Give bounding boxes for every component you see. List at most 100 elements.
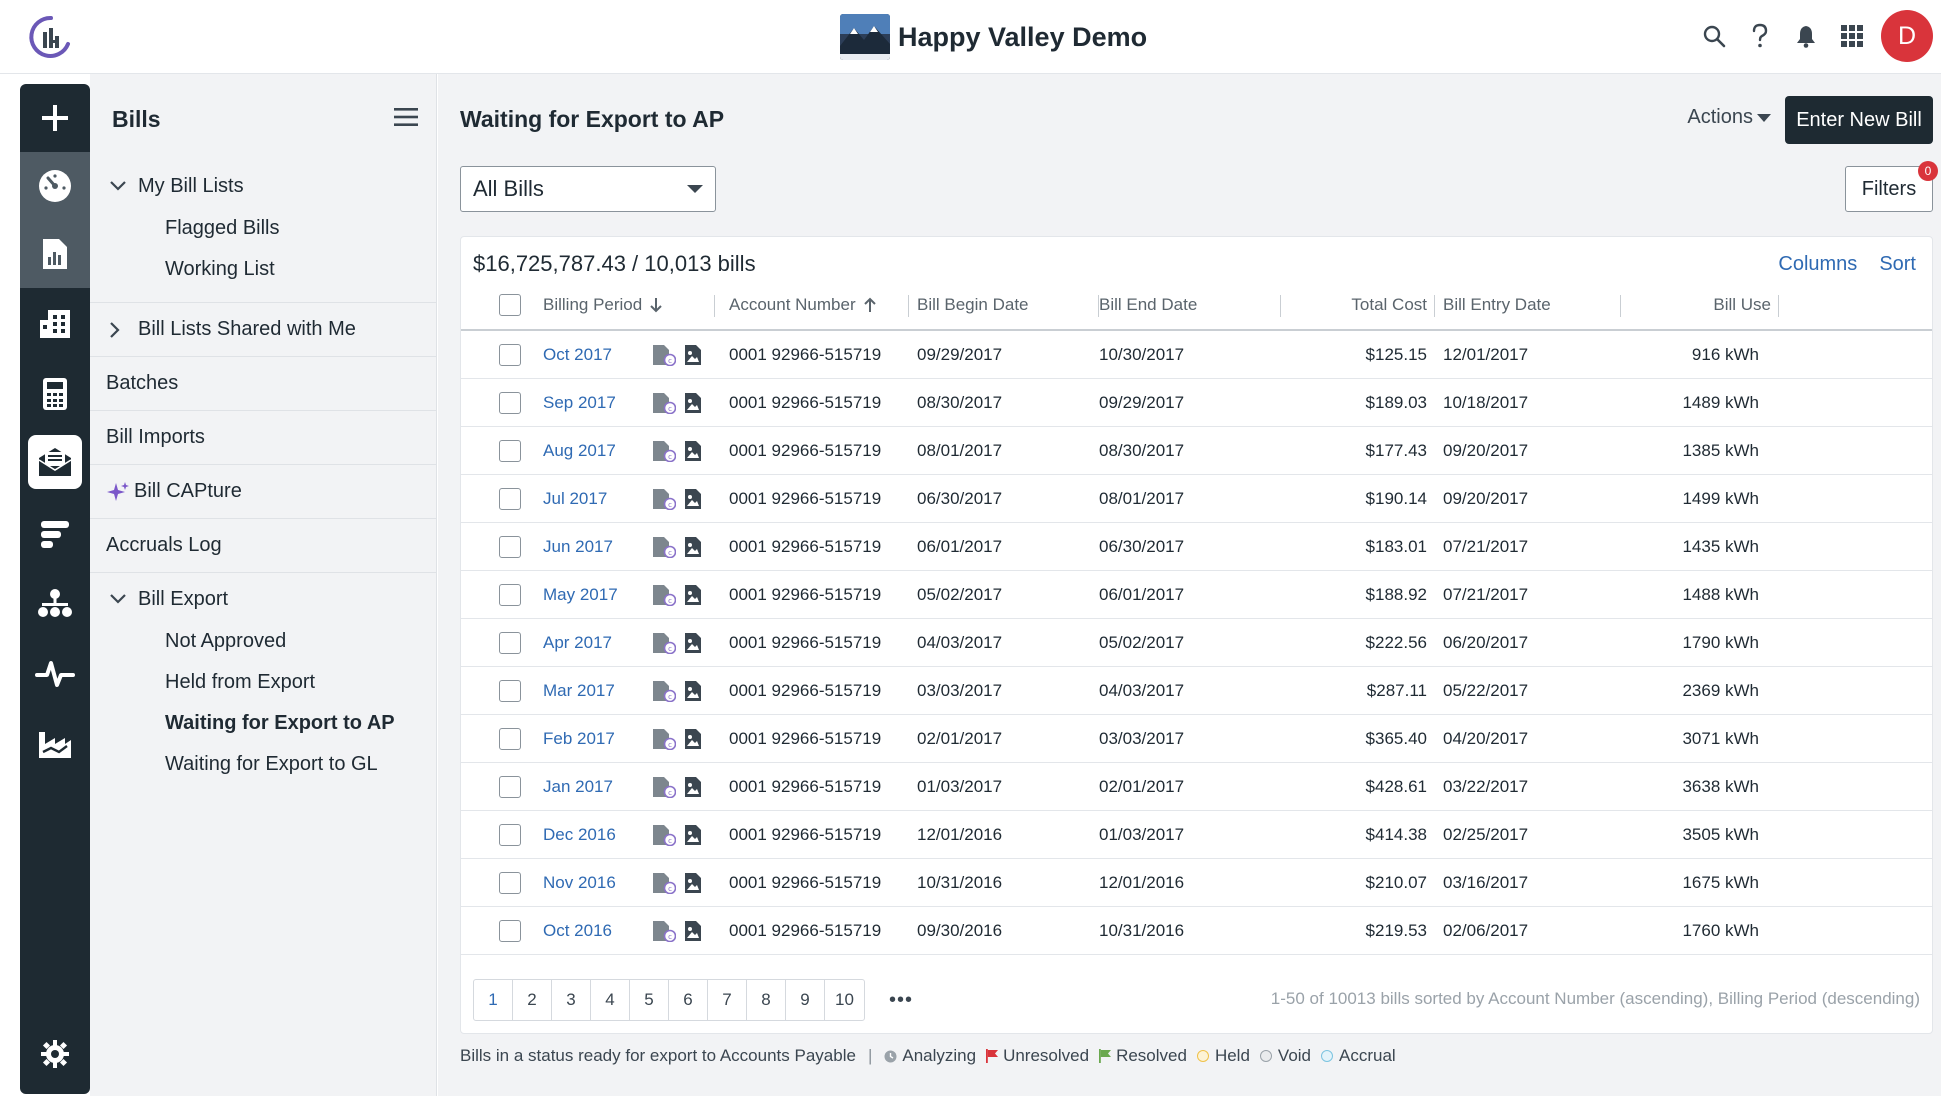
bill-image-icon[interactable] (684, 488, 702, 510)
app-logo-icon[interactable] (28, 14, 74, 60)
sort-link[interactable]: Sort (1879, 253, 1916, 276)
bill-image-icon[interactable] (684, 728, 702, 750)
nav-bill-imports[interactable]: Bill Imports (90, 411, 436, 464)
page-button-6[interactable]: 6 (669, 980, 708, 1020)
page-button-7[interactable]: 7 (708, 980, 747, 1020)
row-checkbox[interactable] (499, 571, 521, 618)
bill-image-icon[interactable] (684, 632, 702, 654)
row-checkbox[interactable] (499, 859, 521, 906)
table-row[interactable]: Mar 2017 c 0001 92966-515719 03/03/2017 04/0… (461, 667, 1932, 715)
table-row[interactable]: Oct 2016 c 0001 92966-515719 09/30/2016 10/3… (461, 907, 1932, 955)
rail-calculator[interactable] (20, 360, 90, 428)
nav-accruals-log[interactable]: Accruals Log (90, 519, 436, 572)
bill-image-icon[interactable] (684, 440, 702, 462)
row-checkbox[interactable] (499, 763, 521, 810)
row-checkbox[interactable] (499, 715, 521, 762)
table-row[interactable]: Feb 2017 c 0001 92966-515719 02/01/2017 03/0… (461, 715, 1932, 763)
row-checkbox[interactable] (499, 619, 521, 666)
bill-capture-doc-icon[interactable]: c (652, 632, 676, 654)
row-checkbox[interactable] (499, 475, 521, 522)
page-button-10[interactable]: 10 (825, 980, 864, 1020)
table-row[interactable]: Sep 2017 c 0001 92966-515719 08/30/2017 09/2… (461, 379, 1932, 427)
more-pages-button[interactable]: ••• (889, 989, 913, 1012)
table-row[interactable]: May 2017 c 0001 92966-515719 05/02/2017 06/0… (461, 571, 1932, 619)
header-bill-begin-date[interactable]: Bill Begin Date (917, 281, 1099, 329)
nav-shared-lists[interactable]: Bill Lists Shared with Me (90, 303, 436, 356)
bill-capture-doc-icon[interactable]: c (652, 392, 676, 414)
bill-capture-doc-icon[interactable]: c (652, 824, 676, 846)
nav-bill-export[interactable]: Bill Export (90, 577, 436, 621)
table-row[interactable]: Jul 2017 c 0001 92966-515719 06/30/2017 08/0… (461, 475, 1932, 523)
actions-menu[interactable]: Actions (1687, 106, 1771, 129)
bill-capture-doc-icon[interactable]: c (652, 536, 676, 558)
page-button-1[interactable]: 1 (474, 980, 513, 1020)
rail-activity[interactable] (20, 640, 90, 708)
header-bill-end-date[interactable]: Bill End Date (1099, 281, 1281, 329)
bill-capture-doc-icon[interactable]: c (652, 872, 676, 894)
table-row[interactable]: Dec 2016 c 0001 92966-515719 12/01/2016 01/0… (461, 811, 1932, 859)
header-total-cost[interactable]: Total Cost (1281, 281, 1435, 329)
hamburger-menu-icon[interactable] (394, 107, 418, 132)
select-all-checkbox[interactable] (499, 281, 521, 329)
billing-period-link[interactable]: Dec 2016 (543, 811, 616, 858)
bill-image-icon[interactable] (684, 584, 702, 606)
bill-capture-doc-icon[interactable]: c (652, 440, 676, 462)
page-button-3[interactable]: 3 (552, 980, 591, 1020)
nav-my-bill-lists[interactable]: My Bill Lists (90, 164, 436, 208)
notification-bell-icon[interactable] (1783, 10, 1829, 62)
bill-image-icon[interactable] (684, 680, 702, 702)
table-row[interactable]: Jan 2017 c 0001 92966-515719 01/03/2017 02/0… (461, 763, 1932, 811)
enter-new-bill-button[interactable]: Enter New Bill (1785, 96, 1933, 144)
rail-buildings[interactable] (20, 290, 90, 358)
nav-batches[interactable]: Batches (90, 357, 436, 410)
page-button-5[interactable]: 5 (630, 980, 669, 1020)
nav-waiting-gl[interactable]: Waiting for Export to GL (90, 744, 436, 785)
bill-capture-doc-icon[interactable]: c (652, 488, 676, 510)
rail-add-button[interactable] (20, 84, 90, 152)
table-row[interactable]: Apr 2017 c 0001 92966-515719 04/03/2017 05/0… (461, 619, 1932, 667)
user-avatar[interactable]: D (1881, 10, 1933, 62)
page-button-4[interactable]: 4 (591, 980, 630, 1020)
rail-dashboard[interactable] (20, 152, 90, 220)
billing-period-link[interactable]: Sep 2017 (543, 379, 616, 426)
page-button-9[interactable]: 9 (786, 980, 825, 1020)
nav-working-list[interactable]: Working List (90, 249, 436, 290)
billing-period-link[interactable]: Oct 2016 (543, 907, 612, 954)
nav-not-approved[interactable]: Not Approved (90, 621, 436, 662)
filters-button[interactable]: Filters 0 (1845, 161, 1938, 212)
billing-period-link[interactable]: Nov 2016 (543, 859, 616, 906)
bill-image-icon[interactable] (684, 344, 702, 366)
billing-period-link[interactable]: Feb 2017 (543, 715, 615, 762)
bill-image-icon[interactable] (684, 824, 702, 846)
rail-hierarchy[interactable] (20, 570, 90, 638)
rail-bills[interactable] (20, 428, 90, 496)
help-icon[interactable] (1737, 10, 1783, 62)
bill-image-icon[interactable] (684, 776, 702, 798)
row-checkbox[interactable] (499, 811, 521, 858)
rail-settings[interactable] (20, 1020, 90, 1088)
bill-capture-doc-icon[interactable]: c (652, 344, 676, 366)
nav-bill-capture[interactable]: Bill CAPture (90, 465, 436, 518)
row-checkbox[interactable] (499, 523, 521, 570)
bill-capture-doc-icon[interactable]: c (652, 584, 676, 606)
header-bill-use[interactable]: Bill Use (1621, 281, 1779, 329)
bill-image-icon[interactable] (684, 392, 702, 414)
nav-held-from-export[interactable]: Held from Export (90, 662, 436, 703)
bill-image-icon[interactable] (684, 536, 702, 558)
organization-switcher[interactable]: Happy Valley Demo (840, 13, 1147, 61)
header-account-number[interactable]: Account Number (729, 281, 909, 329)
bill-image-icon[interactable] (684, 872, 702, 894)
page-button-8[interactable]: 8 (747, 980, 786, 1020)
table-row[interactable]: Jun 2017 c 0001 92966-515719 06/01/2017 06/3… (461, 523, 1932, 571)
nav-waiting-ap[interactable]: Waiting for Export to AP (90, 703, 436, 744)
bill-image-icon[interactable] (684, 920, 702, 942)
bill-list-select[interactable]: All Bills (460, 166, 716, 212)
nav-flagged-bills[interactable]: Flagged Bills (90, 208, 436, 249)
rail-reports[interactable] (20, 220, 90, 288)
apps-grid-icon[interactable] (1829, 10, 1875, 62)
billing-period-link[interactable]: Mar 2017 (543, 667, 615, 714)
billing-period-link[interactable]: Aug 2017 (543, 427, 616, 474)
billing-period-link[interactable]: Apr 2017 (543, 619, 612, 666)
bill-capture-doc-icon[interactable]: c (652, 776, 676, 798)
billing-period-link[interactable]: May 2017 (543, 571, 618, 618)
